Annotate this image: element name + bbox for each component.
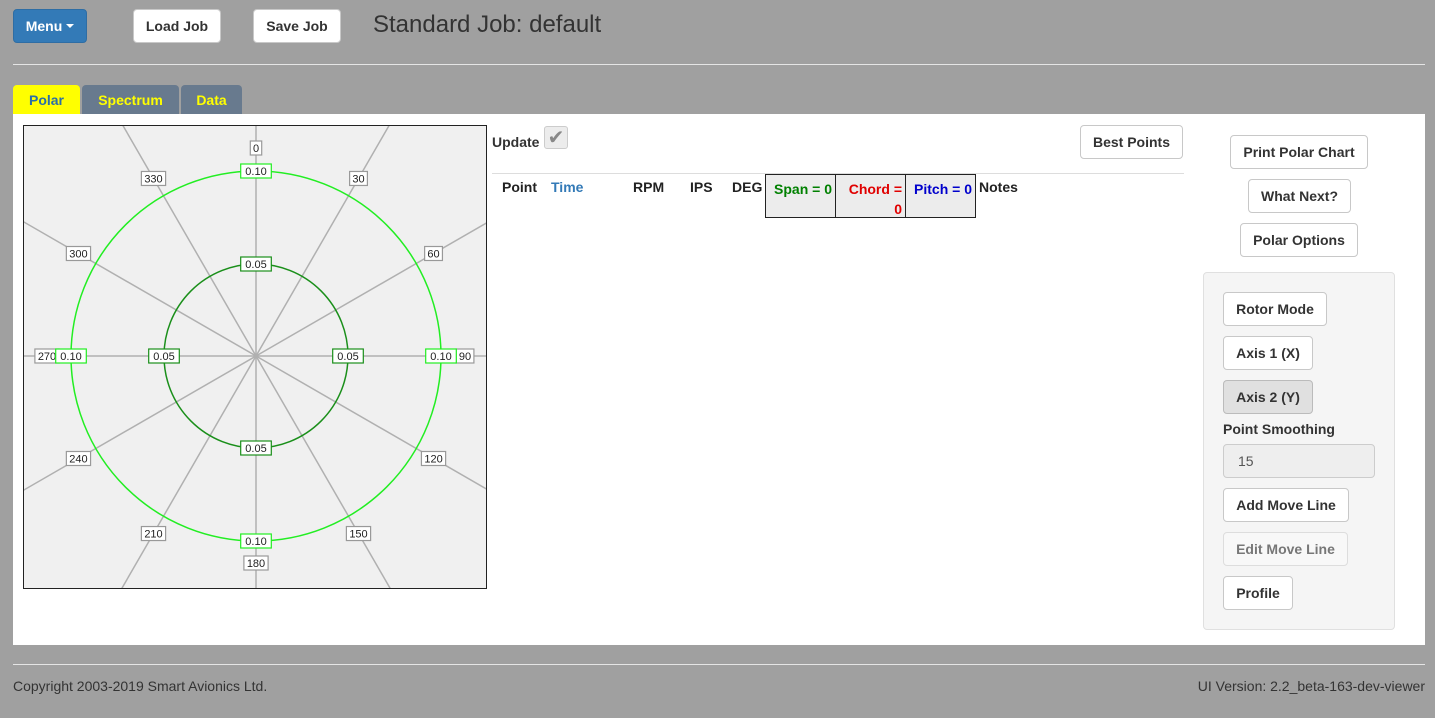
caret-down-icon	[66, 24, 75, 28]
angle-label-60: 60	[427, 249, 439, 261]
col-header-deg: DEG	[732, 179, 763, 195]
angle-label-150: 150	[349, 529, 367, 541]
print-polar-chart-button[interactable]: Print Polar Chart	[1230, 135, 1368, 169]
spoke-240	[24, 355, 257, 491]
angle-label-90: 90	[459, 351, 471, 363]
angle-label-210: 210	[144, 529, 162, 541]
menu-button-label: Menu	[25, 18, 63, 34]
inner-ring-label-90: 0.05	[337, 351, 358, 363]
angle-label-300: 300	[69, 249, 87, 261]
add-move-line-button[interactable]: Add Move Line	[1223, 488, 1349, 522]
point-smoothing-input[interactable]: 15	[1223, 444, 1375, 478]
angle-label-0: 0	[253, 143, 259, 155]
angle-label-270: 270	[38, 351, 56, 363]
col-header-rpm: RPM	[633, 179, 665, 195]
outer-ring-label-270: 0.10	[60, 351, 81, 363]
col-header-point: Point	[502, 179, 537, 195]
col-header-notes: Notes	[979, 179, 1018, 195]
copyright-text: Copyright 2003-2019 Smart Avionics Ltd.	[13, 678, 268, 694]
menu-button[interactable]: Menu	[13, 9, 87, 43]
axis1-button[interactable]: Axis 1 (X)	[1223, 336, 1313, 370]
ui-version-text: UI Version: 2.2_beta-163-dev-viewer	[1197, 678, 1425, 694]
axis2-button[interactable]: Axis 2 (Y)	[1223, 380, 1313, 414]
angle-label-30: 30	[352, 173, 364, 185]
load-job-button[interactable]: Load Job	[133, 9, 221, 43]
chord-value: 0	[894, 201, 902, 217]
angle-label-330: 330	[144, 173, 162, 185]
pitch-label: Pitch = 0	[914, 181, 972, 197]
update-label: Update	[492, 134, 540, 150]
profile-button[interactable]: Profile	[1223, 576, 1293, 610]
spoke-60	[255, 222, 486, 357]
what-next-button[interactable]: What Next?	[1248, 179, 1351, 213]
inner-ring-label-180: 0.05	[245, 443, 266, 455]
col-header-chord: Chord = 0	[835, 174, 906, 218]
header-divider	[13, 64, 1425, 65]
footer-divider	[13, 664, 1425, 665]
angle-label-180: 180	[247, 558, 265, 570]
save-job-button[interactable]: Save Job	[253, 9, 341, 43]
polar-chart-svg: 0 30 60 90 120 150 180 210 240 270 300 330 0.05 0.10 0…	[24, 126, 486, 588]
inner-ring-label-270: 0.05	[153, 351, 174, 363]
outer-ring-label-90: 0.10	[430, 351, 451, 363]
col-header-time[interactable]: Time	[551, 179, 583, 195]
span-label: Span = 0	[774, 181, 832, 197]
best-points-button[interactable]: Best Points	[1080, 125, 1183, 159]
spoke-330	[122, 126, 257, 357]
point-smoothing-label: Point Smoothing	[1223, 421, 1335, 437]
inner-ring-label-0: 0.05	[245, 259, 266, 271]
polar-chart[interactable]: 0 30 60 90 120 150 180 210 240 270 300 330 0.05 0.10 0…	[23, 125, 487, 589]
tab-polar[interactable]: Polar	[13, 85, 80, 115]
tab-data[interactable]: Data	[181, 85, 242, 115]
update-checkbox[interactable]: ✔	[544, 126, 568, 149]
spoke-150	[255, 355, 391, 588]
outer-ring-label-180: 0.10	[245, 536, 266, 548]
spoke-30	[255, 126, 390, 357]
polar-options-button[interactable]: Polar Options	[1240, 223, 1358, 257]
edit-move-line-button[interactable]: Edit Move Line	[1223, 532, 1348, 566]
col-header-span: Span = 0	[765, 174, 836, 218]
tab-spectrum[interactable]: Spectrum	[82, 85, 179, 115]
outer-ring-label-0: 0.10	[245, 166, 266, 178]
rotor-mode-button[interactable]: Rotor Mode	[1223, 292, 1327, 326]
spoke-210	[121, 355, 257, 588]
col-header-pitch: Pitch = 0	[905, 174, 976, 218]
angle-label-120: 120	[424, 454, 442, 466]
checkmark-icon: ✔	[547, 126, 565, 149]
job-title: Standard Job: default	[373, 11, 602, 38]
col-header-ips: IPS	[690, 179, 713, 195]
angle-label-240: 240	[69, 454, 87, 466]
chord-label: Chord =	[848, 181, 902, 197]
spoke-300	[24, 221, 257, 357]
spoke-120	[255, 355, 486, 490]
